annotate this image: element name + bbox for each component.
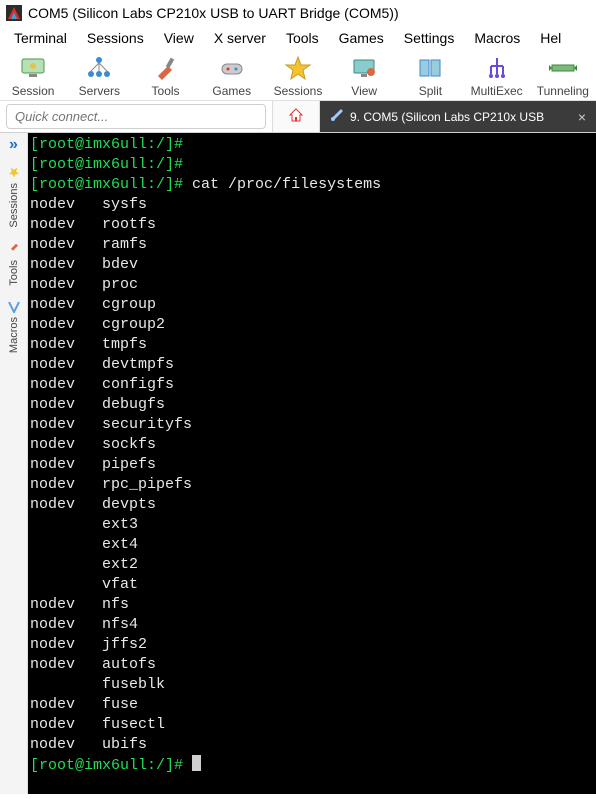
toolbar-label: View [351, 84, 377, 98]
multiexec-icon [483, 54, 511, 82]
toolbar-view-button[interactable]: View [337, 54, 391, 98]
toolbar-multiexec-button[interactable]: MultiExec [470, 54, 524, 98]
serial-icon [330, 108, 344, 125]
main-area: » Sessions Tools Macros [root@imx6ull:/]… [0, 133, 596, 794]
toolbar-label: Session [12, 84, 55, 98]
toolbar-label: Split [419, 84, 442, 98]
toolbar-session-button[interactable]: Session [6, 54, 60, 98]
side-tab-sessions[interactable]: Sessions [6, 159, 22, 236]
monitor-icon [19, 54, 47, 82]
toolbar-label: Games [212, 84, 251, 98]
side-tab-macros[interactable]: Macros [6, 293, 22, 361]
side-tab-label: Macros [8, 317, 20, 353]
main-toolbar: Session Servers Tools Games Sessions Vie… [0, 50, 596, 101]
toolbar-label: Tunneling [537, 84, 589, 98]
toolbar-servers-button[interactable]: Servers [72, 54, 126, 98]
expand-panel-icon[interactable]: » [2, 135, 26, 155]
tab-home[interactable] [272, 101, 320, 132]
tab-row: 9. COM5 (Silicon Labs CP210x USB × [0, 101, 596, 133]
tools-icon [152, 54, 180, 82]
side-tab-label: Tools [8, 260, 20, 286]
split-icon [416, 54, 444, 82]
close-icon[interactable]: × [578, 109, 586, 125]
tools-icon [8, 244, 20, 256]
menu-tools[interactable]: Tools [276, 28, 329, 48]
home-icon [288, 107, 304, 126]
menu-xserver[interactable]: X server [204, 28, 276, 48]
toolbar-label: Servers [79, 84, 120, 98]
toolbar-split-button[interactable]: Split [403, 54, 457, 98]
menu-games[interactable]: Games [329, 28, 394, 48]
window-titlebar: COM5 (Silicon Labs CP210x USB to UART Br… [0, 0, 596, 26]
left-side-panel: » Sessions Tools Macros [0, 133, 28, 794]
menu-bar: Terminal Sessions View X server Tools Ga… [0, 26, 596, 50]
menu-macros[interactable]: Macros [464, 28, 530, 48]
toolbar-tools-button[interactable]: Tools [138, 54, 192, 98]
toolbar-label: MultiExec [471, 84, 523, 98]
menu-settings[interactable]: Settings [394, 28, 465, 48]
tab-session-com5[interactable]: 9. COM5 (Silicon Labs CP210x USB × [320, 101, 596, 132]
gamepad-icon [218, 54, 246, 82]
tunnel-icon [549, 54, 577, 82]
side-tab-label: Sessions [8, 183, 20, 228]
app-icon [6, 5, 22, 21]
menu-help[interactable]: Hel [530, 28, 571, 48]
quick-connect-input[interactable] [15, 109, 257, 124]
toolbar-tunneling-button[interactable]: Tunneling [536, 54, 590, 98]
menu-view[interactable]: View [154, 28, 204, 48]
star-icon [284, 54, 312, 82]
menu-terminal[interactable]: Terminal [4, 28, 77, 48]
toolbar-label: Tools [152, 84, 180, 98]
toolbar-games-button[interactable]: Games [205, 54, 259, 98]
menu-sessions[interactable]: Sessions [77, 28, 154, 48]
network-icon [85, 54, 113, 82]
toolbar-sessions-button[interactable]: Sessions [271, 54, 325, 98]
toolbar-label: Sessions [274, 84, 323, 98]
display-icon [350, 54, 378, 82]
star-icon [8, 167, 20, 179]
tab-label: 9. COM5 (Silicon Labs CP210x USB [350, 110, 570, 124]
macro-icon [8, 301, 20, 313]
terminal-pane[interactable]: [root@imx6ull:/]# [root@imx6ull:/]# [roo… [28, 133, 596, 794]
side-tab-tools[interactable]: Tools [6, 236, 22, 294]
window-title: COM5 (Silicon Labs CP210x USB to UART Br… [28, 5, 399, 21]
quick-connect-field[interactable] [6, 104, 266, 129]
